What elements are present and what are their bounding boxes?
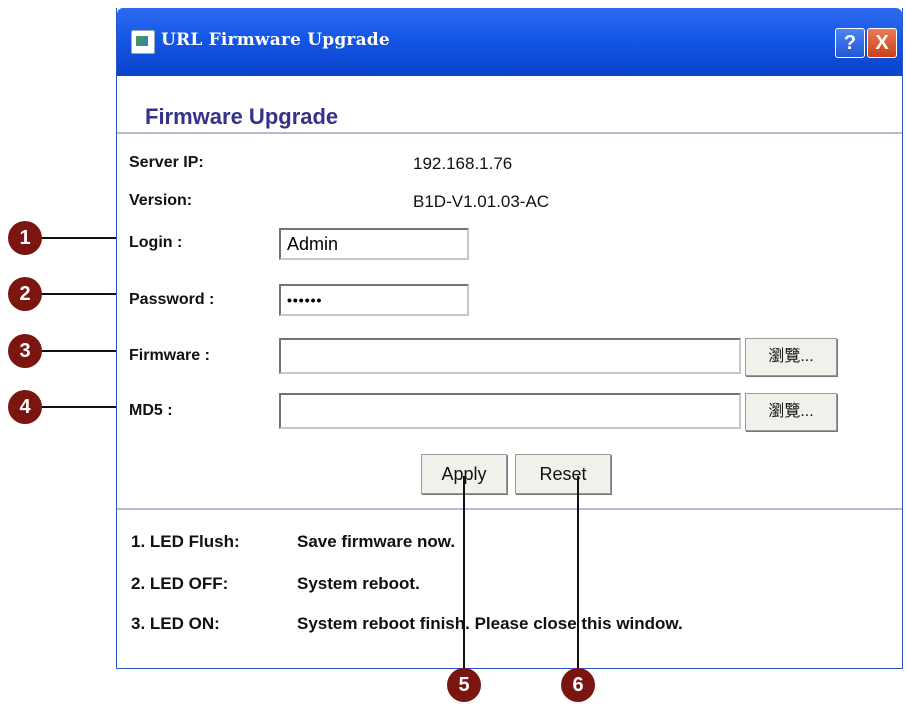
md5-file-input[interactable] xyxy=(279,393,741,429)
callout-1: 1 xyxy=(8,221,42,255)
firmware-upgrade-window: URL Firmware Upgrade ? X Firmware Upgrad… xyxy=(116,8,903,669)
callout-6: 6 xyxy=(561,668,595,702)
form-title: Firmware Upgrade xyxy=(145,104,339,129)
server-ip-label: Server IP: xyxy=(129,154,204,171)
divider xyxy=(117,132,902,134)
server-ip-value: 192.168.1.76 xyxy=(413,154,513,173)
md5-label: MD5 : xyxy=(129,402,173,419)
led-note-text: System reboot. xyxy=(297,574,420,593)
callout-line-6 xyxy=(577,476,579,680)
firmware-label: Firmware : xyxy=(129,347,210,364)
led-note-label: 1. LED Flush: xyxy=(131,532,240,551)
close-button[interactable]: X xyxy=(867,28,897,58)
callout-line-5 xyxy=(463,476,465,680)
firmware-browse-button[interactable]: 瀏覽... xyxy=(745,338,837,376)
callout-5: 5 xyxy=(447,668,481,702)
callout-3: 3 xyxy=(8,334,42,368)
version-label: Version: xyxy=(129,192,193,209)
title-bar[interactable]: URL Firmware Upgrade ? X xyxy=(117,8,902,76)
led-note-label: 3. LED ON: xyxy=(131,614,220,633)
login-field[interactable] xyxy=(279,228,469,260)
led-note-text: System reboot finish. Please close this … xyxy=(297,614,683,633)
led-note-label: 2. LED OFF: xyxy=(131,574,229,593)
firmware-file-input[interactable] xyxy=(279,338,741,374)
window-title: URL Firmware Upgrade xyxy=(161,30,390,50)
divider xyxy=(117,508,902,510)
reset-button[interactable]: Reset xyxy=(515,454,611,494)
callout-4: 4 xyxy=(8,390,42,424)
led-note-text: Save firmware now. xyxy=(297,532,456,551)
version-value: B1D-V1.01.03-AC xyxy=(413,192,550,211)
callout-2: 2 xyxy=(8,277,42,311)
help-button[interactable]: ? xyxy=(835,28,865,58)
window-app-icon xyxy=(131,30,155,54)
password-label: Password : xyxy=(129,291,215,308)
login-label: Login : xyxy=(129,234,183,251)
password-field[interactable]: •••••• xyxy=(279,284,469,316)
md5-browse-button[interactable]: 瀏覽... xyxy=(745,393,837,431)
